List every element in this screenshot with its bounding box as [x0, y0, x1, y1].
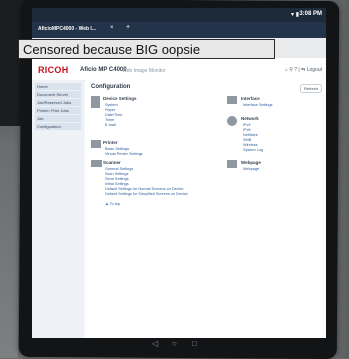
browser-tab-bar: AficioMPC4000 - Web I... × +: [32, 22, 326, 38]
link-virtual-printer-settings[interactable]: Virtual Printer Settings: [105, 152, 143, 156]
scanner-icon: [91, 160, 102, 167]
link-send-settings[interactable]: Send Settings: [105, 177, 129, 181]
link-smb[interactable]: SMB: [243, 138, 251, 142]
brand-logo: RICOH: [38, 65, 69, 75]
refresh-button[interactable]: Refresh: [299, 84, 322, 93]
sidebar-item-job[interactable]: Job: [35, 115, 81, 122]
app-subtitle: Web Image Monitor: [122, 68, 166, 74]
link-scan-settings[interactable]: Scan Settings: [105, 172, 128, 176]
recent-apps-icon[interactable]: □: [192, 339, 197, 348]
home-icon[interactable]: ○: [172, 339, 177, 348]
link-basic-settings[interactable]: Basic Settings: [105, 147, 129, 151]
main-content: Configuration Refresh Device Settings Sy…: [85, 80, 326, 338]
link-initial-settings[interactable]: Initial Settings: [105, 182, 129, 186]
link-timer[interactable]: Timer: [105, 118, 115, 122]
interface-title: Interface: [241, 96, 260, 101]
webpage-icon: [227, 160, 237, 168]
scanner-title: Scanner: [103, 160, 121, 165]
close-tab-icon[interactable]: ×: [110, 25, 114, 31]
link-webpage[interactable]: Webpage: [243, 167, 259, 171]
status-icons: ▾ ▮: [291, 12, 299, 18]
link-wireless[interactable]: Wireless: [243, 143, 258, 147]
link-system[interactable]: System: [105, 103, 118, 107]
link-system-log[interactable]: System Log: [243, 148, 263, 152]
link-email[interactable]: E-mail: [105, 123, 116, 127]
header-buttons[interactable]: ⌂ ⚲ ? | ⇆ Logout: [285, 67, 322, 73]
sidebar-item-print-jobs[interactable]: Printer: Print Jobs: [35, 107, 81, 114]
device-settings-icon: [91, 96, 100, 108]
status-bar: ▾ ▮ 3:08 PM: [32, 8, 326, 22]
back-icon[interactable]: ◁: [152, 339, 158, 348]
browser-tab[interactable]: AficioMPC4000 - Web I...: [38, 26, 96, 32]
printer-icon: [91, 140, 101, 148]
page-title: Configuration: [91, 84, 131, 90]
device-settings-title: Device Settings: [103, 96, 137, 101]
link-ipv4[interactable]: IPv4: [243, 123, 251, 127]
model-name: Aficio MP C4000: [80, 67, 127, 73]
sidebar: Home Document Server Job/Reserved Jobs P…: [32, 80, 84, 338]
link-netware[interactable]: NetWare: [243, 133, 258, 137]
censor-banner: Censored because BIG oopsie: [18, 39, 275, 59]
webpage-title: Webpage: [241, 160, 261, 165]
printer-title: Printer: [103, 140, 118, 145]
link-interface-settings[interactable]: Interface Settings: [243, 103, 273, 107]
app-header: RICOH Aficio MP C4000 Web Image Monitor …: [32, 58, 326, 81]
network-icon: [227, 116, 237, 126]
status-time: 3:08 PM: [299, 11, 322, 17]
link-general-settings[interactable]: General Settings: [105, 167, 133, 171]
sidebar-item-document-server[interactable]: Document Server: [35, 91, 81, 98]
new-tab-icon[interactable]: +: [126, 24, 130, 31]
link-date-time[interactable]: Date/Time: [105, 113, 122, 117]
sidebar-item-configuration[interactable]: Configuration: [35, 123, 81, 130]
link-default-normal[interactable]: Default Settings for Normal Screens on D…: [105, 187, 184, 191]
to-top-link[interactable]: ▲ To top: [105, 202, 120, 206]
link-ipv6[interactable]: IPv6: [243, 128, 251, 132]
link-paper[interactable]: Paper: [105, 108, 115, 112]
link-default-simplified[interactable]: Default Settings for Simplified Screens …: [105, 192, 188, 196]
interface-icon: [227, 96, 237, 104]
sidebar-item-home[interactable]: Home: [35, 83, 81, 90]
android-nav-bar: ◁ ○ □: [32, 338, 326, 352]
network-title: Network: [241, 116, 259, 121]
sidebar-item-reserved-jobs[interactable]: Job/Reserved Jobs: [35, 99, 81, 106]
